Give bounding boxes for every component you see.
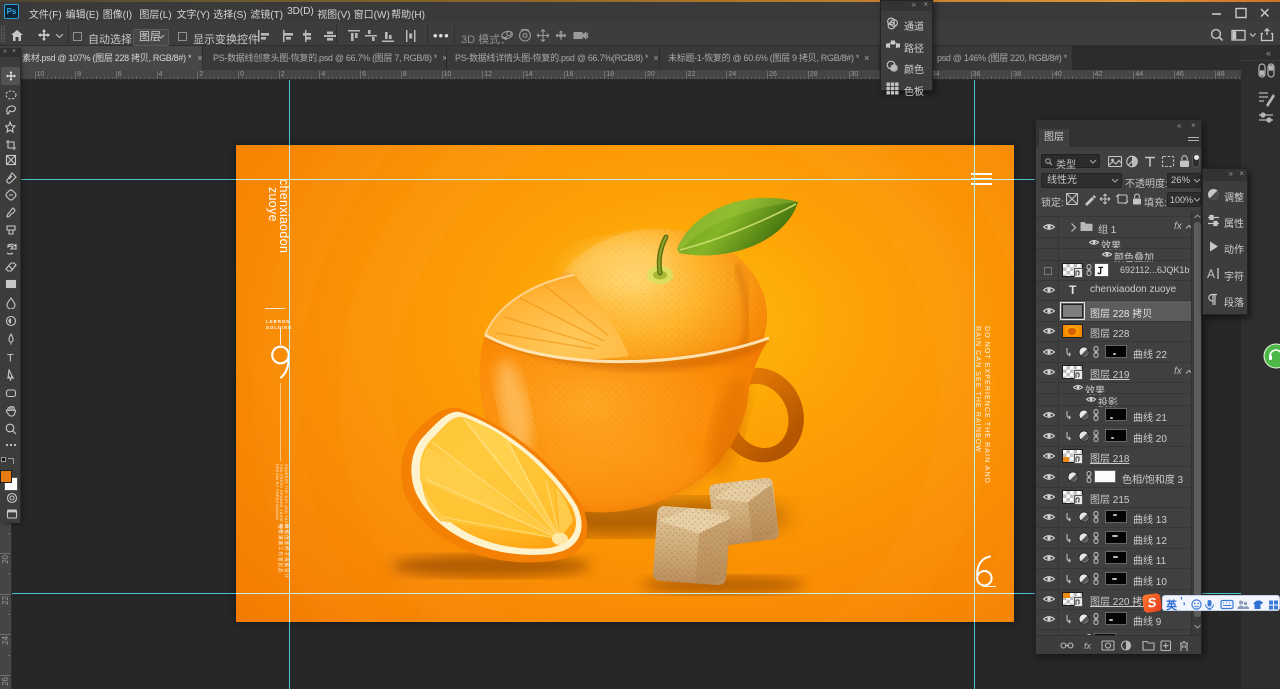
svg-text:fx: fx	[1084, 641, 1092, 651]
svg-text:A: A	[1207, 267, 1215, 280]
svg-text:T: T	[7, 352, 14, 363]
